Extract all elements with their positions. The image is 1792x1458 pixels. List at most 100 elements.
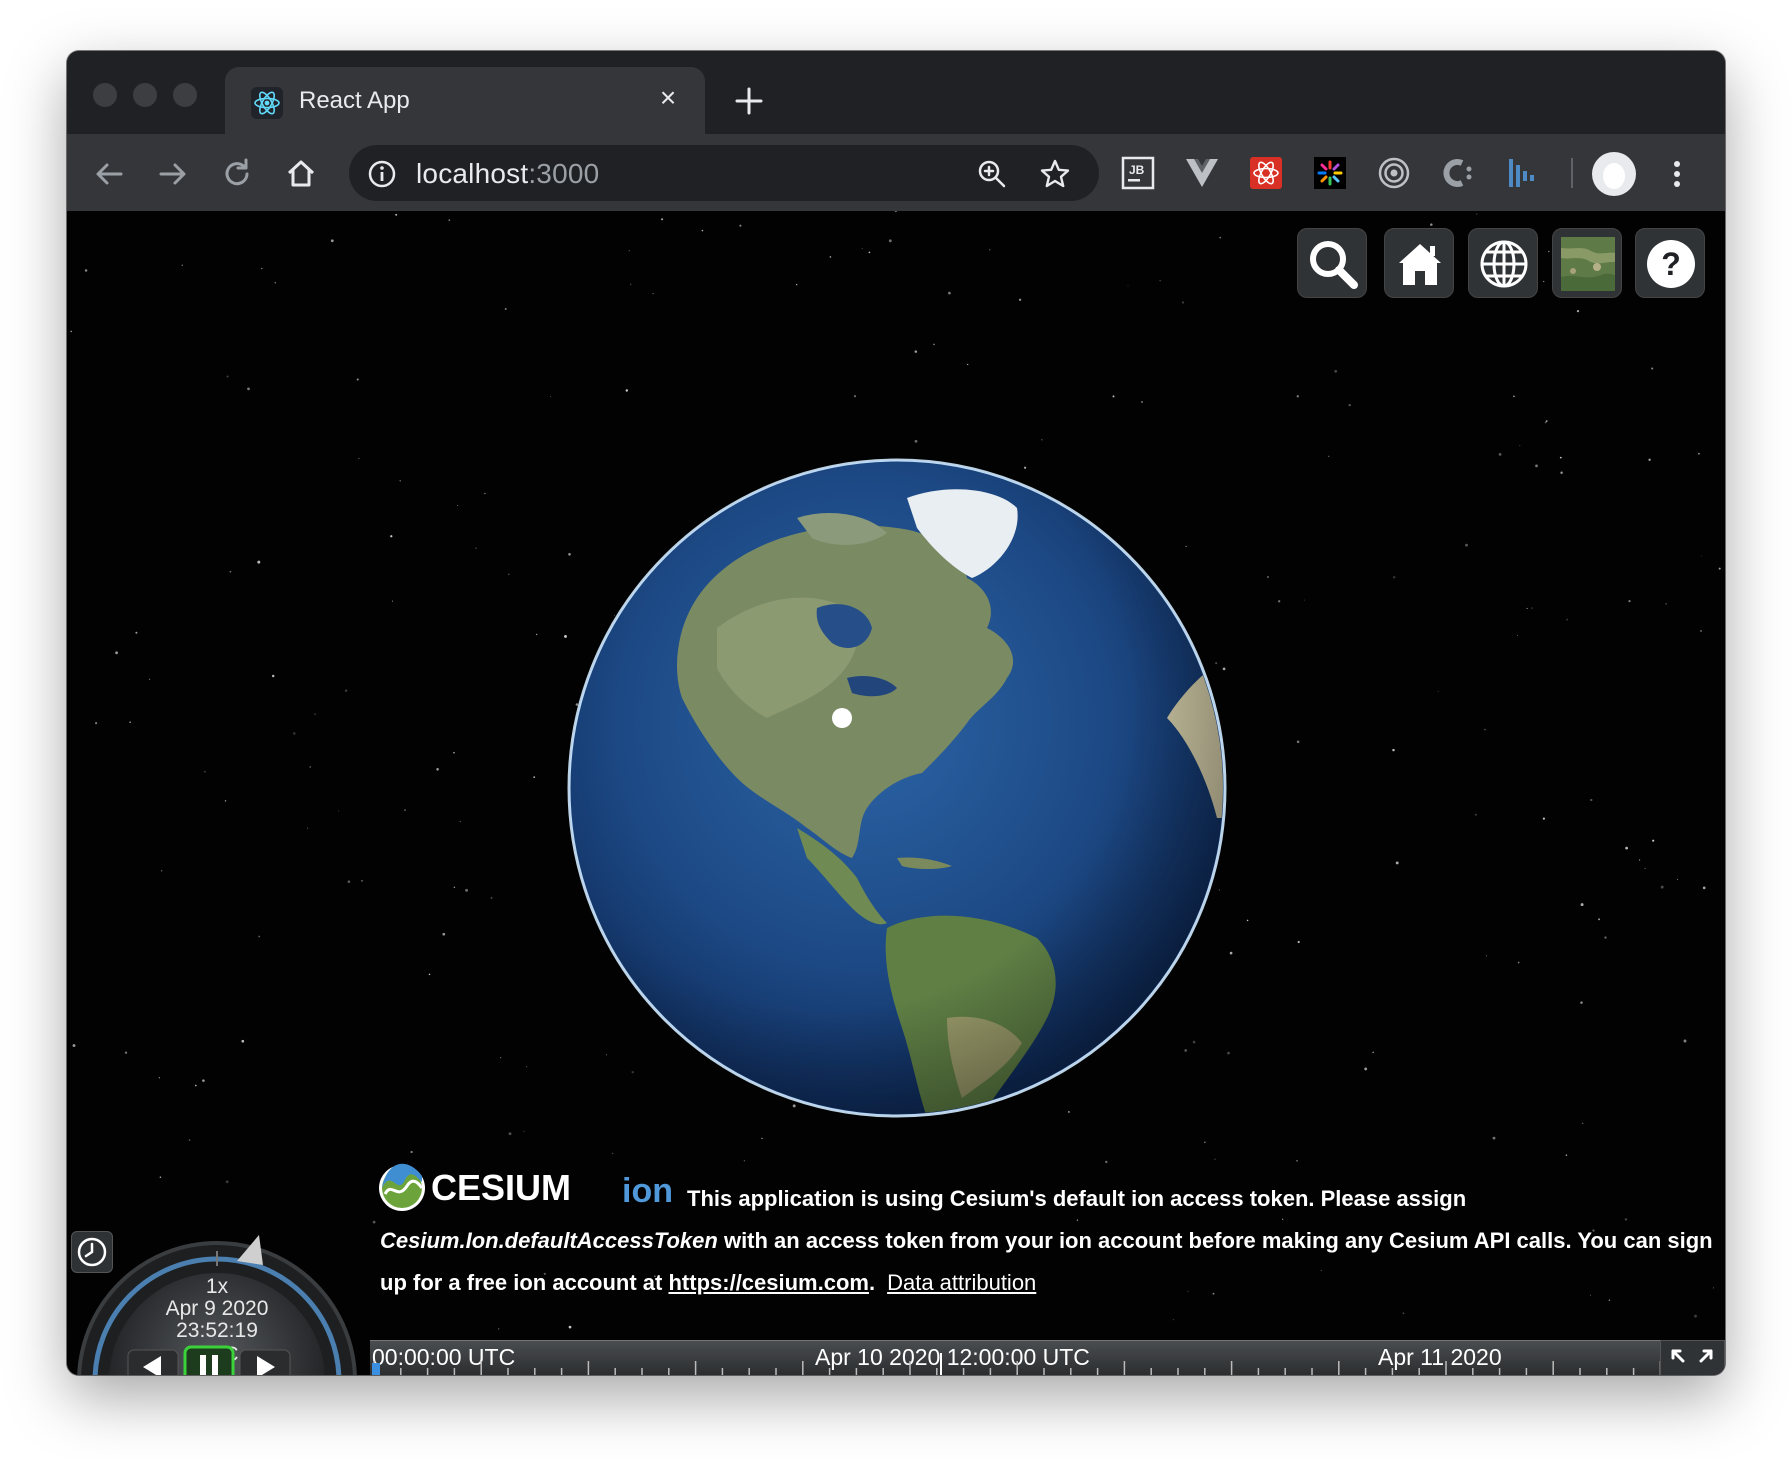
navigation-help-button[interactable]: ? bbox=[1635, 228, 1705, 298]
url-host: localhost bbox=[416, 158, 529, 189]
star bbox=[1625, 846, 1628, 850]
star bbox=[1589, 1294, 1591, 1296]
pause-button[interactable] bbox=[183, 1345, 235, 1375]
jetbrains-extension-icon[interactable]: JB bbox=[1120, 155, 1156, 191]
scene-mode-picker-button[interactable] bbox=[1468, 228, 1538, 298]
cesium-ion-logo[interactable]: CESIUM ion bbox=[377, 1156, 687, 1216]
star bbox=[271, 674, 275, 678]
browser-toolbar: localhost:3000 JB bbox=[67, 134, 1725, 211]
star bbox=[410, 1150, 413, 1154]
home-button[interactable] bbox=[281, 154, 321, 194]
tab-close-icon[interactable]: × bbox=[653, 83, 683, 113]
star bbox=[948, 291, 951, 295]
star bbox=[224, 800, 227, 802]
star bbox=[1512, 395, 1515, 398]
vue-extension-icon[interactable] bbox=[1184, 155, 1220, 191]
play-reverse-button[interactable] bbox=[127, 1349, 179, 1375]
target-extension-icon[interactable] bbox=[1376, 155, 1412, 191]
close-window-button[interactable] bbox=[93, 83, 117, 107]
star bbox=[347, 880, 351, 883]
star bbox=[1665, 603, 1667, 605]
react-devtools-extension-icon[interactable] bbox=[1248, 155, 1284, 191]
star bbox=[868, 251, 871, 254]
animation-widget[interactable]: 1x Apr 9 2020 23:52:19 UTC bbox=[67, 1221, 367, 1375]
cssviewer-extension-icon[interactable] bbox=[1440, 155, 1476, 191]
star bbox=[1334, 369, 1338, 373]
star bbox=[853, 395, 857, 398]
globe[interactable] bbox=[567, 458, 1227, 1118]
browser-tab-active[interactable]: React App × bbox=[225, 67, 705, 134]
data-attribution-link[interactable]: Data attribution bbox=[887, 1270, 1036, 1295]
play-forward-button[interactable] bbox=[239, 1349, 291, 1375]
star bbox=[247, 387, 250, 391]
home-view-button[interactable] bbox=[1384, 228, 1454, 298]
star bbox=[861, 247, 863, 250]
tab-title: React App bbox=[299, 87, 410, 114]
star bbox=[1076, 1219, 1078, 1221]
cesium-viewer[interactable]: ? CESIUM ion This application is using C… bbox=[67, 211, 1725, 1375]
star bbox=[1566, 618, 1568, 621]
credit-message-line3-prefix: up for a free ion account at bbox=[380, 1270, 669, 1295]
star bbox=[84, 269, 88, 272]
star bbox=[1517, 961, 1520, 964]
bars-extension-icon[interactable] bbox=[1504, 155, 1540, 191]
star bbox=[1697, 452, 1700, 455]
star bbox=[629, 283, 632, 286]
credit-message-line2-rest: with an access token from your ion accou… bbox=[717, 1228, 1713, 1253]
star bbox=[1246, 919, 1249, 922]
shuttle-ring-pointer-icon[interactable] bbox=[227, 1231, 277, 1281]
forward-button[interactable] bbox=[153, 154, 193, 194]
star bbox=[344, 689, 348, 692]
react-icon bbox=[251, 87, 283, 119]
star bbox=[1519, 445, 1521, 447]
more-menu-icon[interactable] bbox=[1667, 154, 1687, 194]
shuttle-ring-clock-button[interactable] bbox=[71, 1231, 113, 1273]
new-tab-button[interactable] bbox=[729, 81, 769, 121]
star bbox=[1430, 223, 1433, 226]
fullscreen-button[interactable] bbox=[1660, 1340, 1725, 1375]
star bbox=[1296, 395, 1299, 398]
imagery-layer-icon bbox=[1561, 237, 1615, 291]
star bbox=[257, 560, 261, 564]
star bbox=[1624, 1218, 1628, 1221]
base-layer-picker-button[interactable] bbox=[1552, 228, 1622, 298]
star bbox=[241, 1039, 245, 1043]
geocoder-search-button[interactable] bbox=[1297, 228, 1367, 298]
star bbox=[436, 768, 439, 771]
ion-logo-text: ion bbox=[622, 1172, 673, 1210]
star bbox=[181, 264, 184, 267]
back-button[interactable] bbox=[89, 154, 129, 194]
browser-window: React App × localhost:3000 JB ? CESIUM i… bbox=[67, 51, 1725, 1375]
star bbox=[459, 821, 461, 823]
address-bar[interactable]: localhost:3000 bbox=[349, 145, 1099, 201]
star bbox=[129, 721, 131, 723]
zoom-icon[interactable] bbox=[977, 159, 1007, 189]
maximize-window-button[interactable] bbox=[173, 83, 197, 107]
clock-icon bbox=[77, 1237, 107, 1267]
star bbox=[1559, 456, 1562, 459]
profile-avatar[interactable] bbox=[1592, 152, 1636, 196]
minimize-window-button[interactable] bbox=[133, 83, 157, 107]
cesium-link[interactable]: https://cesium.com bbox=[668, 1270, 868, 1295]
star bbox=[1395, 861, 1399, 865]
star bbox=[1548, 250, 1550, 253]
animation-speed: 1x bbox=[205, 1275, 229, 1298]
star bbox=[404, 809, 406, 811]
star bbox=[1296, 1159, 1298, 1162]
timeline[interactable]: 00:00:00 UTC Apr 10 2020 12:00:00 UTC Ap… bbox=[370, 1340, 1670, 1375]
star bbox=[395, 213, 398, 216]
star bbox=[504, 307, 507, 311]
star bbox=[1492, 1136, 1496, 1140]
star bbox=[453, 886, 456, 889]
cesium-logo-text: CESIUM bbox=[431, 1167, 571, 1208]
help-icon: ? bbox=[1647, 240, 1695, 288]
info-icon[interactable] bbox=[367, 159, 397, 189]
star bbox=[549, 395, 552, 398]
star bbox=[1229, 951, 1233, 955]
star bbox=[1437, 690, 1439, 692]
bookmark-star-icon[interactable] bbox=[1039, 158, 1071, 190]
url-text[interactable]: localhost:3000 bbox=[416, 158, 599, 190]
star bbox=[1531, 607, 1533, 609]
color-picker-extension-icon[interactable] bbox=[1312, 155, 1348, 191]
reload-button[interactable] bbox=[217, 154, 257, 194]
